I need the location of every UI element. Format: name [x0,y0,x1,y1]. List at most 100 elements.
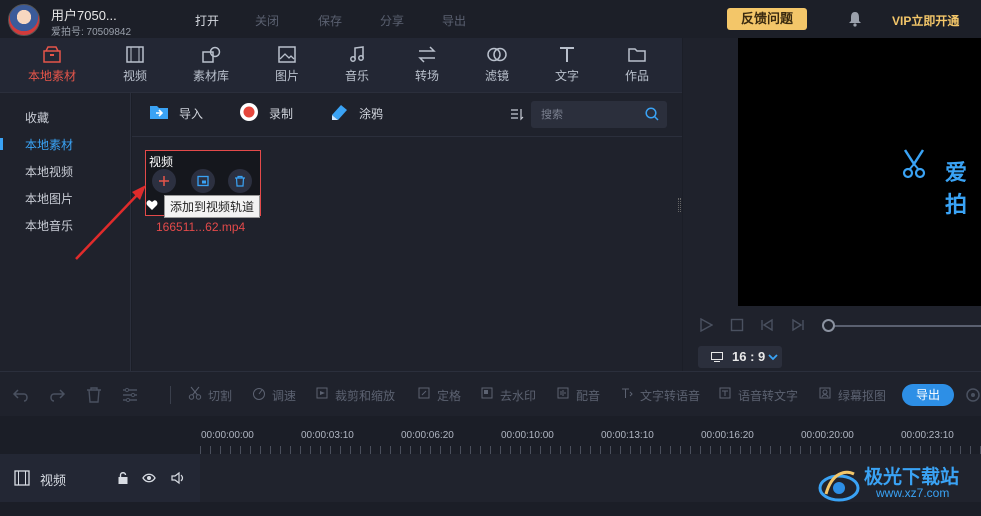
next-frame-icon[interactable] [791,318,805,332]
play-icon[interactable] [699,318,713,332]
graffiti-button[interactable]: 涂鸦 [332,105,384,122]
sidebar-item-local-image[interactable]: 本地图片 [25,190,73,207]
record-button[interactable]: 录制 [240,103,294,122]
text-icon [560,47,574,62]
tick-label: 00:00:23:10 [901,430,954,441]
progress-knob[interactable] [822,319,835,332]
sidebar-item-local-music[interactable]: 本地音乐 [25,217,73,234]
watermark-logo [818,470,860,502]
menu-share[interactable]: 分享 [380,12,404,29]
menu-close[interactable]: 关闭 [255,12,279,29]
clip-filename: 166511...62.mp4 [156,220,246,234]
tab-local-material[interactable]: 本地素材 [22,46,82,84]
film-icon [14,470,30,486]
sort-icon[interactable] [510,107,524,121]
title-bar: 用户7050... 爱拍号: 70509842 打开 关闭 保存 分享 导出 反… [0,0,981,38]
tab-label: 转场 [414,69,439,83]
folder-icon [628,48,646,62]
watermark-icon [481,387,493,399]
tab-transition[interactable]: 转场 [397,46,457,84]
lock-icon[interactable] [116,471,130,485]
user-id: 爱拍号: 70509842 [51,27,132,38]
green-screen-tool[interactable]: 绿幕抠图 [819,387,886,404]
graffiti-label: 涂鸦 [359,107,384,121]
tool-label: 语音转文字 [738,389,799,403]
undo-icon[interactable] [12,386,30,404]
tick-label: 00:00:06:20 [401,430,454,441]
sidebar-item-local-video[interactable]: 本地视频 [25,163,73,180]
settings-list-icon[interactable] [121,386,139,404]
avatar[interactable] [8,4,40,36]
image-icon [278,46,296,63]
ruler-ticks [200,446,981,454]
user-name[interactable]: 用户7050... [51,5,117,24]
text-to-speech-tool[interactable]: 文字转语音 [622,387,700,404]
watermark-title: 极光下载站 [864,467,960,488]
menu-open[interactable]: 打开 [195,12,219,29]
eraser-icon [332,105,347,120]
tool-label: 调速 [272,389,297,403]
speed-tool[interactable]: 调速 [253,387,297,404]
filter-icon [487,47,507,62]
stt-icon [719,387,731,399]
vip-link[interactable]: VIP立即开通 [892,12,959,29]
add-track-tooltip: 添加到视频轨道 [164,195,261,218]
monitor-icon [711,352,723,362]
import-folder-icon [150,106,168,119]
tab-music[interactable]: 音乐 [327,46,387,84]
prev-frame-icon[interactable] [760,318,774,332]
tab-works[interactable]: 作品 [607,46,667,84]
sidebar-active-indicator [0,138,3,150]
sidebar-item-favorites[interactable]: 收藏 [25,109,49,126]
tab-library[interactable]: 素材库 [181,46,241,84]
search-icon[interactable] [645,107,659,121]
tab-label: 作品 [624,69,649,83]
bell-icon[interactable] [848,11,862,27]
stop-icon[interactable] [730,318,744,332]
transition-icon [418,46,436,63]
remove-watermark-tool[interactable]: 去水印 [481,387,536,404]
tab-label: 图片 [274,69,299,83]
speech-to-text-tool[interactable]: 语音转文字 [719,387,799,404]
shapes-icon [202,46,221,63]
tab-video[interactable]: 视频 [105,46,165,84]
eye-icon[interactable] [142,471,156,485]
dubbing-tool[interactable]: 配音 [557,387,601,404]
trash-icon [235,175,245,187]
freeze-frame-tool[interactable]: 定格 [418,387,461,404]
delete-clip-button[interactable] [228,169,252,193]
tick-label: 00:00:00:00 [201,430,254,441]
tool-label: 配音 [576,389,601,403]
music-icon [350,46,364,62]
tts-icon [622,388,633,398]
export-button[interactable]: 导出 [902,384,954,406]
timeline-ruler[interactable]: 00:00:00:00 00:00:03:10 00:00:06:20 00:0… [0,416,981,454]
menu-export[interactable]: 导出 [442,12,466,29]
gear-icon[interactable] [964,386,981,404]
record-label: 录制 [269,107,294,121]
tab-text[interactable]: 文字 [537,46,597,84]
preview-progress-bar[interactable] [830,325,981,327]
green-screen-icon [819,387,831,399]
edit-toolbar: 切割 调速 裁剪和缩放 定格 去水印 配音 文字转语音 语音转文字 绿幕抠图 导… [0,371,981,416]
sidebar-item-local-material[interactable]: 本地素材 [25,136,73,153]
crop-icon [316,387,328,399]
speed-icon [253,388,265,400]
menu-save[interactable]: 保存 [318,12,342,29]
crop-zoom-tool[interactable]: 裁剪和缩放 [316,387,395,404]
trash-icon[interactable] [85,386,103,404]
cut-tool[interactable]: 切割 [188,386,232,404]
redo-icon[interactable] [48,386,66,404]
feedback-button[interactable]: 反馈问题 [727,8,807,30]
tab-filter[interactable]: 滤镜 [467,46,527,84]
import-button[interactable]: 导入 [150,105,204,122]
import-label: 导入 [179,107,204,121]
preview-brand: 爱拍 [945,160,968,217]
volume-icon[interactable] [171,471,185,485]
media-clip-card[interactable]: 视频 添加到视频轨道 [145,150,261,218]
app-window: 用户7050... 爱拍号: 70509842 打开 关闭 保存 分享 导出 反… [0,0,981,516]
aspect-ratio-select[interactable]: 16 : 9 [698,346,782,368]
tab-image[interactable]: 图片 [257,46,317,84]
panel-splitter[interactable] [678,198,681,212]
pip-button[interactable] [191,169,215,193]
